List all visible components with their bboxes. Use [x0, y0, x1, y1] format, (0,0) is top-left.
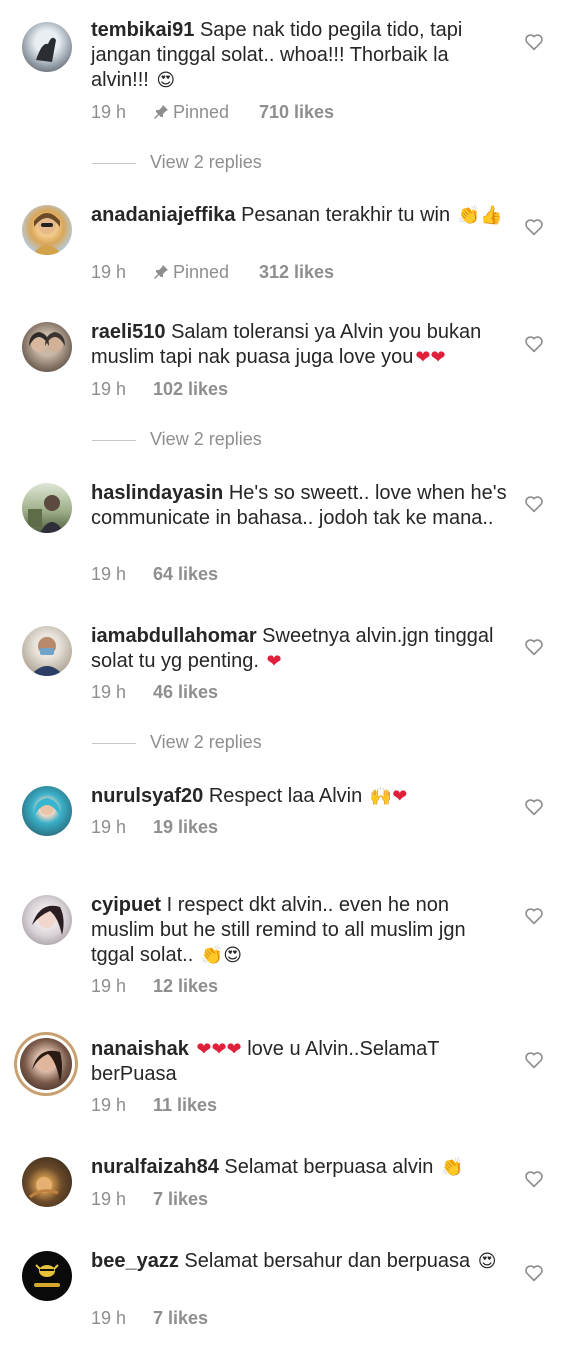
- heart-outline-icon[interactable]: [524, 638, 544, 656]
- avatar[interactable]: [22, 786, 72, 836]
- avatar[interactable]: [22, 1157, 72, 1207]
- avatar[interactable]: [22, 322, 72, 372]
- comment-emoji: 🙌❤: [369, 786, 408, 806]
- avatar[interactable]: [20, 1038, 72, 1090]
- heart-outline-icon[interactable]: [524, 33, 544, 51]
- avatar[interactable]: [22, 22, 72, 72]
- comment-emoji: 👏👍: [457, 205, 503, 225]
- comment-username[interactable]: bee_yazz: [91, 1250, 179, 1272]
- comment-body: Selamat berpuasa alvin: [224, 1156, 434, 1178]
- comment-username[interactable]: anadaniajeffika: [91, 204, 236, 226]
- like-count[interactable]: 12 likes: [153, 976, 218, 997]
- comment-meta: 19 h 7 likes: [91, 1308, 208, 1329]
- comment-meta: 19 h 102 likes: [91, 379, 228, 400]
- comment-username[interactable]: tembikai91: [91, 19, 194, 41]
- comment-time: 19 h: [91, 379, 127, 399]
- comment-username[interactable]: raeli510: [91, 321, 166, 343]
- avatar[interactable]: [22, 1251, 72, 1301]
- like-count[interactable]: 11 likes: [153, 1095, 217, 1116]
- comment-username[interactable]: iamabdullahomar: [91, 625, 257, 647]
- comment-time: 19 h: [91, 564, 127, 584]
- comment-text: anadaniajeffika Pesanan terakhir tu win …: [91, 203, 511, 228]
- comment-meta: 19 h 11 likes: [91, 1095, 217, 1116]
- like-count[interactable]: 7 likes: [153, 1189, 208, 1210]
- like-count[interactable]: 312 likes: [259, 262, 334, 283]
- like-count[interactable]: 710 likes: [259, 102, 334, 123]
- heart-outline-icon[interactable]: [524, 798, 544, 816]
- comment-time: 19 h: [91, 976, 127, 996]
- heart-outline-icon[interactable]: [524, 1051, 544, 1069]
- pin-icon: [154, 105, 168, 119]
- comment-emoji: 👏: [440, 1157, 464, 1177]
- comment-time: 19 h: [91, 1189, 127, 1209]
- avatar[interactable]: [22, 895, 72, 945]
- comment-time: 19 h: [91, 102, 127, 122]
- comment-username[interactable]: cyipuet: [91, 894, 161, 916]
- comment-time: 19 h: [91, 1308, 127, 1328]
- view-replies-button[interactable]: View 2 replies: [92, 429, 262, 450]
- comment-username[interactable]: nanaishak: [91, 1038, 189, 1060]
- comment-text: haslindayasin He's so sweett.. love when…: [91, 481, 511, 531]
- heart-outline-icon[interactable]: [524, 1170, 544, 1188]
- comment-time: 19 h: [91, 817, 127, 837]
- comment-time: 19 h: [91, 682, 127, 702]
- comment-text: nanaishak ❤❤❤ love u Alvin..SelamaT berP…: [91, 1037, 511, 1087]
- heart-outline-icon[interactable]: [524, 335, 544, 353]
- comment-meta: 19 h 12 likes: [91, 976, 218, 997]
- pinned-label: Pinned: [153, 262, 259, 283]
- comment-body: Respect laa Alvin: [208, 785, 363, 807]
- comment-meta: 19 h 64 likes: [91, 564, 218, 585]
- comment-username[interactable]: nurulsyaf20: [91, 785, 203, 807]
- avatar[interactable]: [22, 205, 72, 255]
- comment-body: Selamat bersahur dan berpuasa: [184, 1250, 471, 1272]
- comment-body: Pesanan terakhir tu win: [241, 204, 451, 226]
- like-count[interactable]: 7 likes: [153, 1308, 208, 1329]
- comment-text: tembikai91 Sape nak tido pegila tido, ta…: [91, 18, 511, 93]
- like-count[interactable]: 64 likes: [153, 564, 218, 585]
- pin-icon: [154, 265, 168, 279]
- comment-emoji: 👏😍: [200, 945, 243, 965]
- comment-meta: 19 h 7 likes: [91, 1189, 208, 1210]
- comment-emoji: ❤: [266, 651, 282, 671]
- comment-meta: 19 h 46 likes: [91, 682, 218, 703]
- comment-time: 19 h: [91, 262, 127, 282]
- comment-text: cyipuet I respect dkt alvin.. even he no…: [91, 893, 511, 968]
- comment-emoji: 😍: [156, 70, 176, 90]
- like-count[interactable]: 46 likes: [153, 682, 218, 703]
- avatar[interactable]: [22, 483, 72, 533]
- heart-outline-icon[interactable]: [524, 218, 544, 236]
- comment-meta: 19 h Pinned 312 likes: [91, 262, 334, 283]
- comment-text: bee_yazz Selamat bersahur dan berpuasa 😍: [91, 1249, 511, 1274]
- comment-meta: 19 h Pinned 710 likes: [91, 102, 334, 123]
- comment-emoji: 😍: [477, 1251, 497, 1271]
- like-count[interactable]: 102 likes: [153, 379, 228, 400]
- comment-text: raeli510 Salam toleransi ya Alvin you bu…: [91, 320, 511, 370]
- replies-divider: [92, 439, 136, 441]
- comment-text: iamabdullahomar Sweetnya alvin.jgn tingg…: [91, 624, 511, 674]
- view-replies-button[interactable]: View 2 replies: [92, 152, 262, 173]
- heart-outline-icon[interactable]: [524, 1264, 544, 1282]
- like-count[interactable]: 19 likes: [153, 817, 218, 838]
- comment-username[interactable]: haslindayasin: [91, 482, 223, 504]
- comment-meta: 19 h 19 likes: [91, 817, 218, 838]
- heart-outline-icon[interactable]: [524, 907, 544, 925]
- comment-time: 19 h: [91, 1095, 127, 1115]
- replies-divider: [92, 742, 136, 744]
- view-replies-button[interactable]: View 2 replies: [92, 732, 262, 753]
- comment-emoji: ❤❤: [415, 347, 446, 367]
- comment-username[interactable]: nuralfaizah84: [91, 1156, 219, 1178]
- comment-text: nurulsyaf20 Respect laa Alvin 🙌❤: [91, 784, 511, 809]
- comment-emoji: ❤❤❤: [196, 1039, 242, 1059]
- heart-outline-icon[interactable]: [524, 495, 544, 513]
- pinned-label: Pinned: [153, 102, 259, 123]
- avatar[interactable]: [22, 626, 72, 676]
- replies-divider: [92, 162, 136, 164]
- comment-text: nuralfaizah84 Selamat berpuasa alvin 👏: [91, 1155, 511, 1180]
